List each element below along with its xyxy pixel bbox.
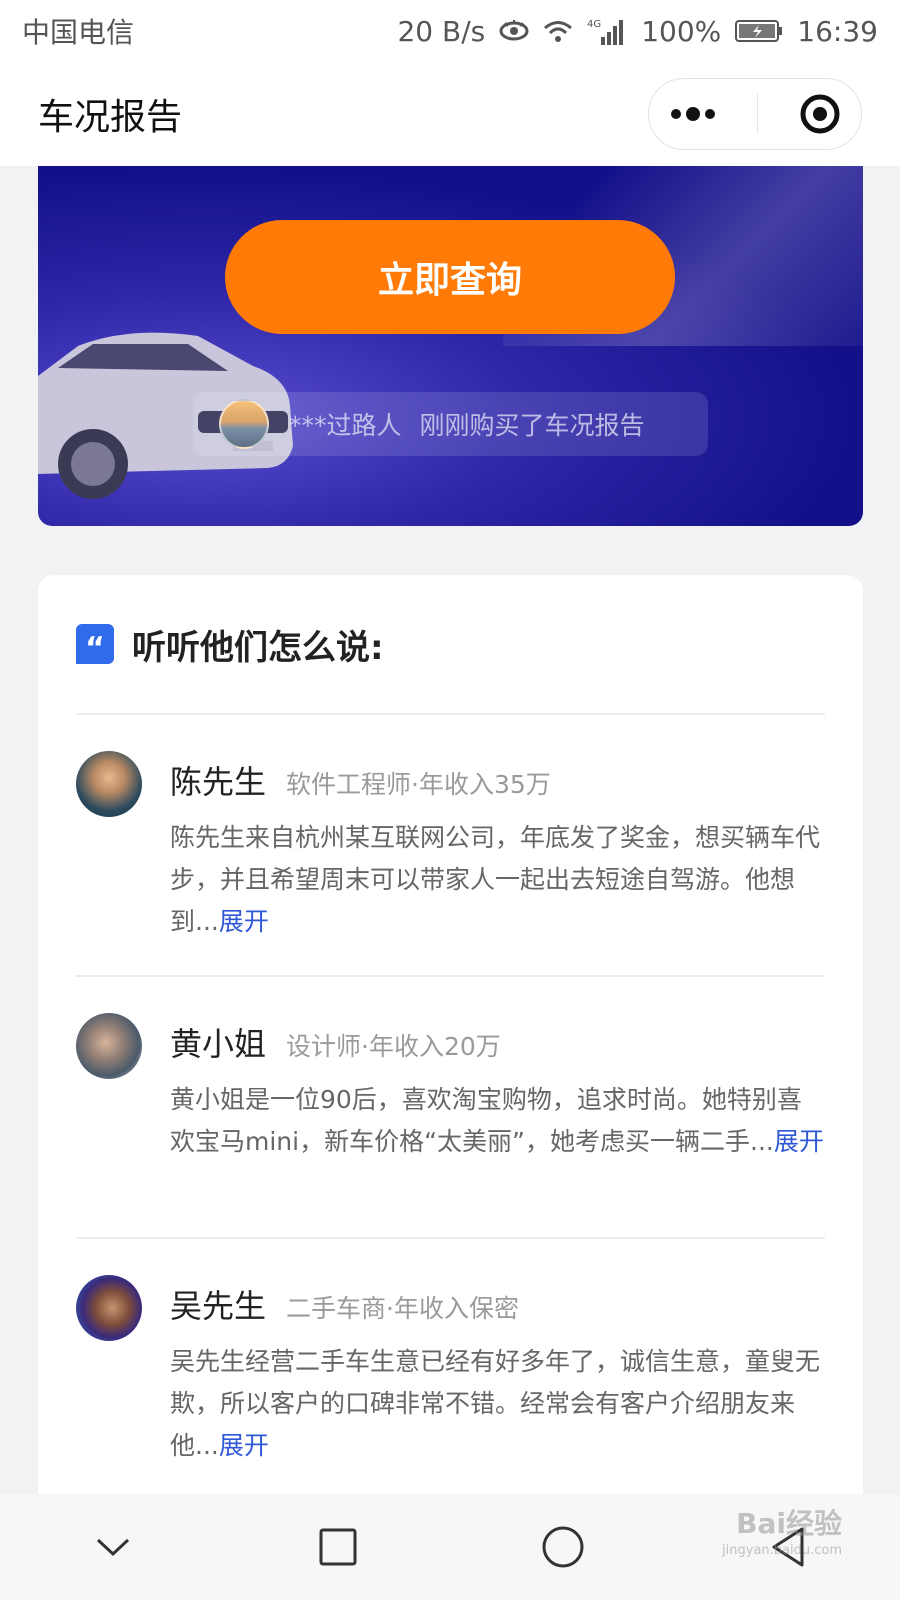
- review-body: 黄小姐 设计师·年收入20万 黄小姐是一位90后，喜欢淘宝购物，追求时尚。她特别…: [170, 1013, 825, 1237]
- capsule-divider: [756, 94, 758, 134]
- review-item: 陈先生 软件工程师·年收入35万 陈先生来自杭州某互联网公司，年底发了奖金，想买…: [76, 715, 825, 977]
- query-now-button[interactable]: 立即查询: [225, 220, 675, 334]
- mini-program-capsule: [648, 78, 862, 150]
- signal-icon: 4G: [587, 17, 627, 45]
- battery-percent: 100%: [641, 14, 722, 48]
- ticker-avatar: [219, 399, 269, 449]
- avatar: [76, 1275, 142, 1341]
- review-body: 陈先生 软件工程师·年收入35万 陈先生来自杭州某互联网公司，年底发了奖金，想买…: [170, 751, 825, 975]
- carrier-label: 中国电信: [22, 16, 135, 49]
- review-item: 吴先生 二手车商·年收入保密 吴先生经营二手车生意已经有好多年了，诚信生意，童叟…: [76, 1239, 825, 1501]
- purchase-ticker: ***过路人 刚刚购买了车况报告: [193, 392, 708, 456]
- eye-icon: [499, 20, 529, 42]
- reviewer-meta: 设计师·年收入20万: [286, 1032, 501, 1061]
- status-bar: 中国电信 20 B/s 4G 100% 16:39: [0, 0, 900, 62]
- ticker-text: ***过路人 刚刚购买了车况报告: [289, 406, 645, 442]
- reviews-card: “ 听听他们怎么说: 陈先生 软件工程师·年收入35万 陈先生来自杭州某互联网公…: [38, 575, 863, 1515]
- reviewer-name: 黄小姐: [170, 1025, 267, 1063]
- review-text: 吴先生经营二手车生意已经有好多年了，诚信生意，童叟无欺，所以客户的口碑非常不错。…: [170, 1341, 825, 1467]
- quote-icon: “: [76, 624, 114, 664]
- review-head: 黄小姐 设计师·年收入20万: [170, 1019, 825, 1065]
- ticker-user: ***过路人: [289, 411, 402, 440]
- expand-link[interactable]: 展开: [219, 907, 269, 936]
- reviewer-meta: 二手车商·年收入保密: [286, 1294, 519, 1323]
- review-text: 黄小姐是一位90后，喜欢淘宝购物，追求时尚。她特别喜欢宝马mini，新车价格“太…: [170, 1079, 825, 1163]
- reviewer-meta: 软件工程师·年收入35万: [286, 770, 551, 799]
- expand-link[interactable]: 展开: [219, 1431, 269, 1460]
- query-banner: 立即查询 ***过路人 刚刚购买了车况报告: [38, 166, 863, 526]
- wifi-icon: [543, 19, 573, 43]
- reviewer-name: 陈先生: [170, 763, 267, 801]
- page-title: 车况报告: [38, 97, 183, 138]
- network-badge: 4G: [587, 19, 601, 30]
- battery-icon: [735, 19, 783, 43]
- status-indicators: 20 B/s 4G 100% 16:39: [397, 15, 878, 48]
- baidu-jingyan-watermark: Bai经验 jingyan.baidu.com: [672, 1506, 842, 1586]
- chevron-down-icon[interactable]: [83, 1517, 143, 1577]
- avatar: [76, 751, 142, 817]
- review-body: 吴先生 二手车商·年收入保密 吴先生经营二手车生意已经有好多年了，诚信生意，童叟…: [170, 1275, 825, 1501]
- net-speed: 20 B/s: [397, 14, 486, 48]
- more-dots-icon[interactable]: [670, 107, 716, 121]
- avatar: [76, 1013, 142, 1079]
- watermark-url: jingyan.baidu.com: [722, 1543, 842, 1558]
- review-text: 陈先生来自杭州某互联网公司，年底发了奖金，想买辆车代步，并且希望周末可以带家人一…: [170, 817, 825, 943]
- reviews-header: “ 听听他们怎么说:: [76, 575, 825, 715]
- reviews-title: 听听他们怎么说:: [132, 627, 384, 668]
- clock: 16:39: [797, 14, 878, 48]
- target-circle-icon[interactable]: [799, 93, 841, 135]
- recents-square-icon[interactable]: [308, 1517, 368, 1577]
- title-bar: 车况报告: [0, 62, 900, 166]
- home-circle-icon[interactable]: [533, 1517, 593, 1577]
- watermark-brand: Bai经验: [736, 1507, 842, 1540]
- ticker-message: 刚刚购买了车况报告: [419, 411, 645, 440]
- review-excerpt: 黄小姐是一位90后，喜欢淘宝购物，追求时尚。她特别喜欢宝马mini，新车价格“太…: [170, 1085, 802, 1156]
- review-item: 黄小姐 设计师·年收入20万 黄小姐是一位90后，喜欢淘宝购物，追求时尚。她特别…: [76, 977, 825, 1239]
- review-head: 吴先生 二手车商·年收入保密: [170, 1281, 825, 1327]
- reviewer-name: 吴先生: [170, 1287, 267, 1325]
- review-head: 陈先生 软件工程师·年收入35万: [170, 757, 825, 803]
- expand-link[interactable]: 展开: [774, 1127, 824, 1156]
